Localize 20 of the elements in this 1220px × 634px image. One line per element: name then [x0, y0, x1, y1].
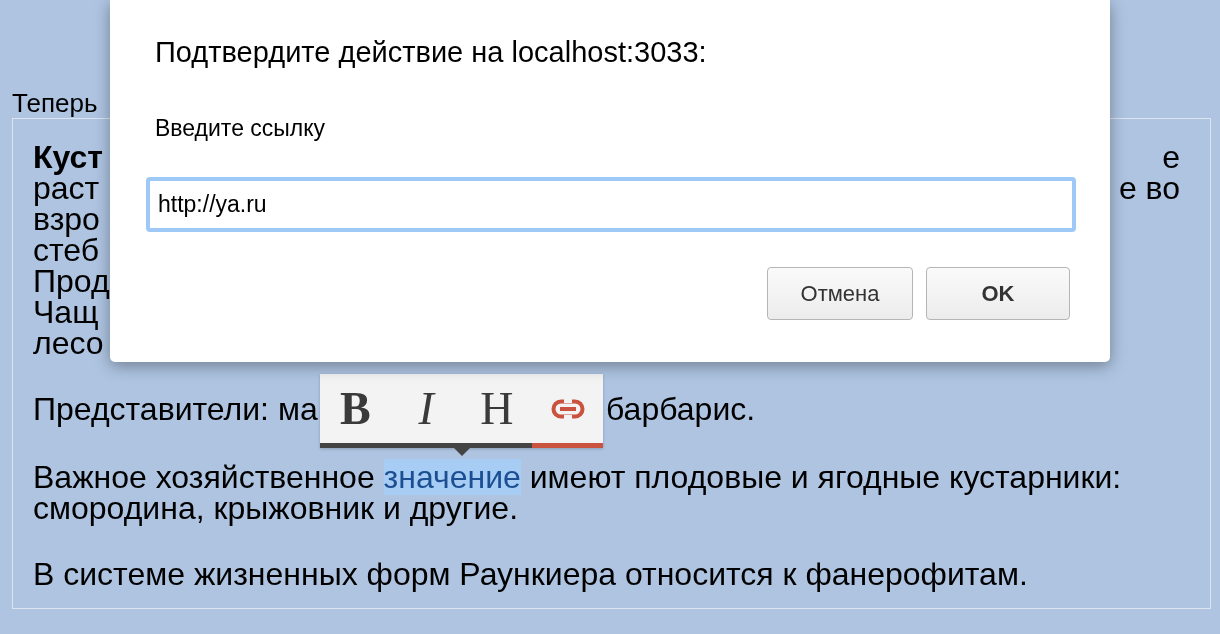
- dialog-message: Введите ссылку: [155, 114, 327, 143]
- paragraph-text: Прод: [33, 266, 110, 297]
- ok-button[interactable]: OK: [926, 267, 1070, 320]
- link-button[interactable]: [532, 374, 603, 448]
- paragraph-text: е во: [1118, 173, 1180, 204]
- paragraph-text: Представители: ма: [33, 391, 318, 427]
- link-icon: [550, 398, 585, 419]
- paragraph-text: В системе жизненных форм Раункиера относится к фанерофитам.: [33, 559, 1029, 590]
- paragraph-text: Куст: [33, 142, 103, 173]
- cancel-button[interactable]: Отмена: [767, 267, 913, 320]
- paragraph-text: Важное хозяйственное значение имеют плодовые и ягодные кустарники: смородина, крыжовник и другие.: [33, 462, 1123, 524]
- bold-button[interactable]: B: [320, 374, 391, 448]
- paragraph-text: барбарис.: [606, 394, 756, 425]
- dialog-title: Подтвердите действие на localhost:3033:: [155, 35, 708, 70]
- italic-button[interactable]: I: [390, 374, 462, 448]
- heading-button[interactable]: H: [461, 374, 533, 448]
- page-label: Теперь: [12, 88, 98, 118]
- pointer-icon: [454, 448, 470, 456]
- paragraph-text: е: [1162, 142, 1180, 173]
- link-input-field[interactable]: http://ya.ru: [146, 177, 1076, 232]
